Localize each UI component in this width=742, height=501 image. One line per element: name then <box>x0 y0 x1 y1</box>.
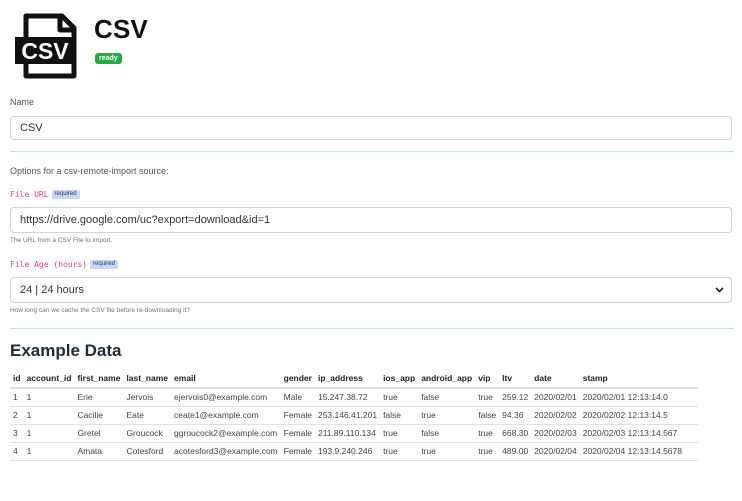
table-cell: Cotesford <box>123 442 172 461</box>
table-cell: 15.247.38.72 <box>314 388 381 407</box>
source-form: CSV CSV ready Name CSV Options for a csv… <box>10 0 734 461</box>
file-age-label: File Age (hours) required <box>10 260 119 270</box>
table-cell: 2020/02/03 12:13:14.567 <box>579 424 698 443</box>
table-cell: 2020/02/02 12:13:14.5 <box>579 406 698 425</box>
file-age-select[interactable]: 24 | 24 hours <box>10 277 732 303</box>
table-cell: 2020/02/04 <box>531 442 580 461</box>
table-row: 3 1 Gretel Groucock ggroucock2@example.c… <box>10 424 698 443</box>
table-cell: Eate <box>123 406 172 425</box>
table-row: 1 1 Erie Jervois ejervois0@example.com M… <box>10 388 698 407</box>
table-cell: 2020/02/03 <box>531 424 580 443</box>
table-cell: false <box>380 406 419 425</box>
table-cell: true <box>380 442 419 461</box>
column-header: stamp <box>579 369 698 389</box>
divider <box>10 151 734 152</box>
column-header: android_app <box>418 369 476 389</box>
column-header: account_id <box>23 369 75 389</box>
table-cell: 1 <box>23 424 75 443</box>
table-cell: 2020/02/04 12:13:14.5678 <box>579 442 698 461</box>
table-cell: Female <box>280 424 315 443</box>
table-cell: 1 <box>23 406 75 425</box>
table-cell: true <box>475 388 500 407</box>
example-data-table: id account_id first_name last_name email… <box>10 369 698 461</box>
table-row: 4 1 Amata Cotesford acotesford3@example.… <box>10 442 698 461</box>
required-badge: required <box>51 190 80 200</box>
table-cell: true <box>475 442 500 461</box>
chevron-down-icon <box>715 287 724 293</box>
csv-file-icon: CSV <box>15 13 77 79</box>
table-cell: 2020/02/02 <box>531 406 580 425</box>
table-cell: false <box>418 424 476 443</box>
table-cell: true <box>380 388 419 407</box>
table-cell: Female <box>280 406 315 425</box>
table-cell: Female <box>280 442 315 461</box>
column-header: vip <box>475 369 500 389</box>
table-cell: 2020/02/01 12:13:14.0 <box>579 388 698 407</box>
table-cell: ggroucock2@example.com <box>171 424 281 443</box>
column-header: ip_address <box>314 369 381 389</box>
file-age-help: How long can we cache the CSV file befor… <box>10 307 190 314</box>
table-cell: Jervois <box>123 388 172 407</box>
table-cell: 94.36 <box>499 406 532 425</box>
table-cell: Amata <box>74 442 124 461</box>
column-header: date <box>531 369 580 389</box>
table-cell: Cacilie <box>74 406 124 425</box>
column-header: ios_app <box>380 369 419 389</box>
table-cell: false <box>418 388 476 407</box>
status-badge: ready <box>95 53 122 64</box>
table-cell: Gretel <box>74 424 124 443</box>
column-header: first_name <box>74 369 124 389</box>
table-cell: true <box>380 424 419 443</box>
table-cell: 253.146.41.201 <box>314 406 381 425</box>
logo-text: CSV <box>21 38 69 64</box>
table-cell: 489.00 <box>499 442 532 461</box>
required-badge: required <box>90 260 119 270</box>
table-cell: true <box>418 442 476 461</box>
table-row: 2 1 Cacilie Eate ceate1@example.com Fema… <box>10 406 698 425</box>
file-age-selected-value: 24 | 24 hours <box>20 284 85 296</box>
table-cell: false <box>475 406 500 425</box>
options-intro: Options for a csv-remote-import source: <box>10 166 169 176</box>
page-title: CSV <box>94 14 149 44</box>
table-cell: 2 <box>10 406 24 425</box>
table-cell: 668.30 <box>499 424 532 443</box>
file-url-label: File URL required <box>10 190 80 200</box>
divider <box>10 328 734 329</box>
table-cell: 3 <box>10 424 24 443</box>
example-data-title: Example Data <box>10 341 122 360</box>
table-header-row: id account_id first_name last_name email… <box>10 369 698 389</box>
table-cell: acotesford3@example.com <box>171 442 281 461</box>
table-cell: 1 <box>23 442 75 461</box>
table-cell: 211.89.110.134 <box>314 424 381 443</box>
table-cell: 4 <box>10 442 24 461</box>
table-cell: Erie <box>74 388 124 407</box>
table-cell: ceate1@example.com <box>171 406 281 425</box>
file-age-label-text: File Age (hours) <box>10 260 88 270</box>
column-header: ltv <box>499 369 532 389</box>
table-cell: true <box>418 406 476 425</box>
page-header: CSV CSV ready <box>10 0 734 86</box>
table-cell: 1 <box>10 388 24 407</box>
file-url-help: The URL from a CSV File to import. <box>10 237 113 244</box>
table-cell: 1 <box>23 388 75 407</box>
name-input[interactable]: CSV <box>10 116 732 140</box>
table-cell: 259.12 <box>499 388 532 407</box>
table-cell: Groucock <box>123 424 172 443</box>
column-header: id <box>10 369 24 389</box>
table-cell: 193.9.240.246 <box>314 442 381 461</box>
column-header: gender <box>280 369 315 389</box>
table-cell: ejervois0@example.com <box>171 388 281 407</box>
file-url-input[interactable]: https://drive.google.com/uc?export=downl… <box>10 207 732 233</box>
table-cell: Male <box>280 388 315 407</box>
name-label: Name <box>10 97 35 107</box>
file-url-label-text: File URL <box>10 190 49 200</box>
column-header: last_name <box>123 369 172 389</box>
table-cell: 2020/02/01 <box>531 388 580 407</box>
column-header: email <box>171 369 281 389</box>
table-cell: true <box>475 424 500 443</box>
